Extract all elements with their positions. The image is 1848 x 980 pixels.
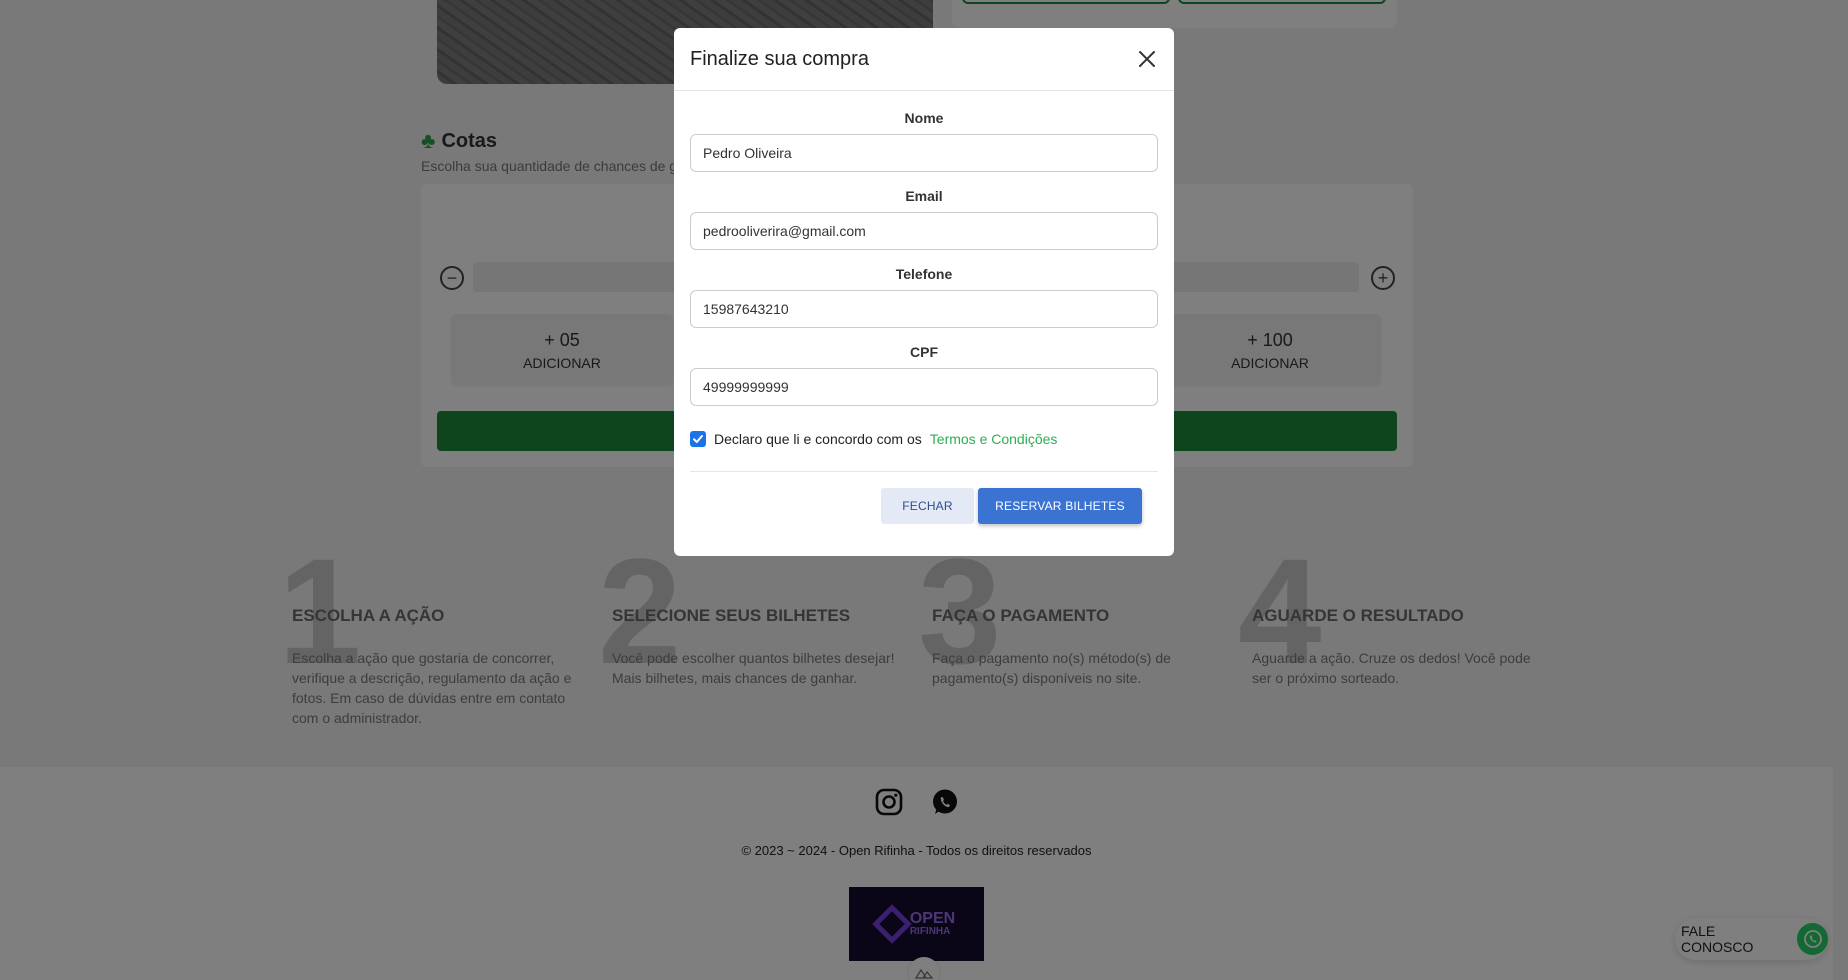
terms-checkbox[interactable] xyxy=(690,431,706,447)
reserve-tickets-button[interactable]: RESERVAR BILHETES xyxy=(978,488,1142,524)
field-label: Nome xyxy=(904,110,944,126)
cpf-input[interactable]: 49999999999 xyxy=(690,368,1158,406)
field-label: Email xyxy=(905,188,943,204)
email-field: Email pedrooliverira@gmail.com xyxy=(690,188,1158,250)
modal-title: Finalize sua compra xyxy=(690,48,869,70)
terms-text: Declaro que li e concordo com os xyxy=(714,431,922,447)
name-field: Nome Pedro Oliveira xyxy=(690,110,1158,172)
name-input[interactable]: Pedro Oliveira xyxy=(690,134,1158,172)
close-icon[interactable] xyxy=(1138,50,1156,68)
checkout-modal: Finalize sua compra Nome Pedro Oliveira … xyxy=(674,28,1174,556)
field-label: CPF xyxy=(910,344,938,360)
modal-divider xyxy=(690,471,1158,472)
phone-input[interactable]: 15987643210 xyxy=(690,290,1158,328)
terms-link[interactable]: Termos e Condições xyxy=(930,431,1058,447)
phone-field: Telefone 15987643210 xyxy=(690,266,1158,328)
check-icon xyxy=(693,435,703,443)
modal-header: Finalize sua compra xyxy=(674,28,1174,91)
field-label: Telefone xyxy=(895,266,953,282)
terms-row: Declaro que li e concordo com os Termos … xyxy=(690,431,1057,447)
close-button[interactable]: FECHAR xyxy=(881,488,974,524)
email-input[interactable]: pedrooliverira@gmail.com xyxy=(690,212,1158,250)
cpf-field: CPF 49999999999 xyxy=(690,344,1158,406)
